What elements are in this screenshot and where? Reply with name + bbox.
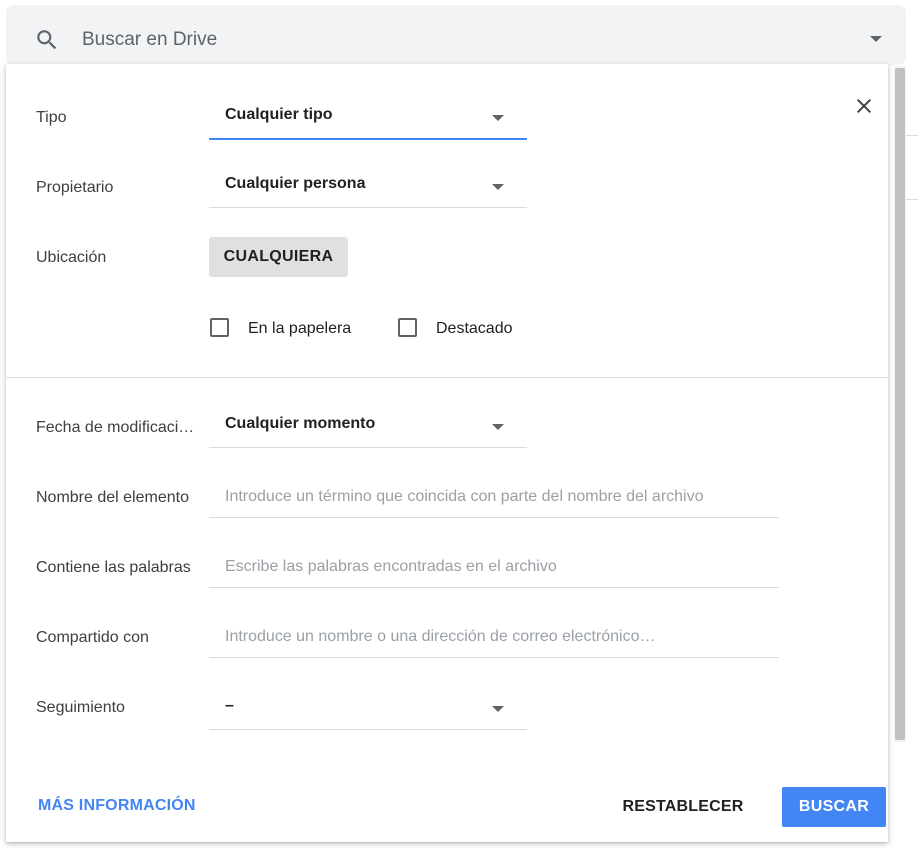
reset-button[interactable]: RESTABLECER: [618, 787, 748, 827]
search-icon[interactable]: [34, 27, 60, 53]
date-modified-select[interactable]: Cualquier momento: [209, 405, 527, 448]
owner-label: Propietario: [36, 179, 114, 196]
background-divider: [906, 199, 918, 200]
close-icon[interactable]: [852, 94, 876, 118]
location-label: Ubicación: [36, 249, 107, 266]
owner-select[interactable]: Cualquier persona: [209, 165, 527, 208]
advanced-search-panel: Tipo Cualquier tipo Propietario Cualquie…: [6, 64, 888, 842]
date-modified-value: Cualquier momento: [225, 415, 376, 432]
drive-search-bar[interactable]: Buscar en Drive: [6, 5, 906, 65]
starred-checkbox[interactable]: Destacado: [398, 318, 528, 338]
follow-up-value: –: [225, 697, 234, 714]
search-button[interactable]: BUSCAR: [782, 787, 886, 827]
item-name-input[interactable]: [209, 476, 779, 518]
contains-words-label: Contiene las palabras: [36, 559, 191, 576]
arrow-drop-down-icon: [492, 424, 504, 430]
section-divider: [6, 377, 888, 378]
search-placeholder[interactable]: Buscar en Drive: [82, 29, 217, 51]
type-label: Tipo: [36, 109, 67, 126]
owner-value: Cualquier persona: [225, 175, 366, 192]
contains-words-input[interactable]: [209, 546, 779, 588]
location-anywhere-button[interactable]: CUALQUIERA: [209, 237, 348, 277]
type-value: Cualquier tipo: [225, 106, 333, 123]
follow-up-select[interactable]: –: [209, 687, 527, 730]
item-name-label: Nombre del elemento: [36, 489, 189, 506]
type-select[interactable]: Cualquier tipo: [209, 96, 527, 140]
in-trash-checkbox[interactable]: En la papelera: [210, 318, 360, 338]
checkbox-box[interactable]: [398, 318, 417, 337]
follow-up-label: Seguimiento: [36, 699, 125, 716]
background-divider: [906, 135, 918, 136]
arrow-drop-down-icon: [492, 115, 504, 121]
shared-with-label: Compartido con: [36, 629, 149, 646]
shared-with-input[interactable]: [209, 616, 779, 658]
scrollbar-thumb[interactable]: [895, 68, 905, 740]
checkbox-box[interactable]: [210, 318, 229, 337]
starred-label: Destacado: [436, 320, 513, 337]
more-info-link[interactable]: MÁS INFORMACIÓN: [38, 797, 196, 815]
search-options-caret-icon[interactable]: [870, 36, 882, 42]
arrow-drop-down-icon: [492, 706, 504, 712]
date-modified-label: Fecha de modificación: [36, 419, 196, 436]
arrow-drop-down-icon: [492, 184, 504, 190]
in-trash-label: En la papelera: [248, 320, 352, 337]
